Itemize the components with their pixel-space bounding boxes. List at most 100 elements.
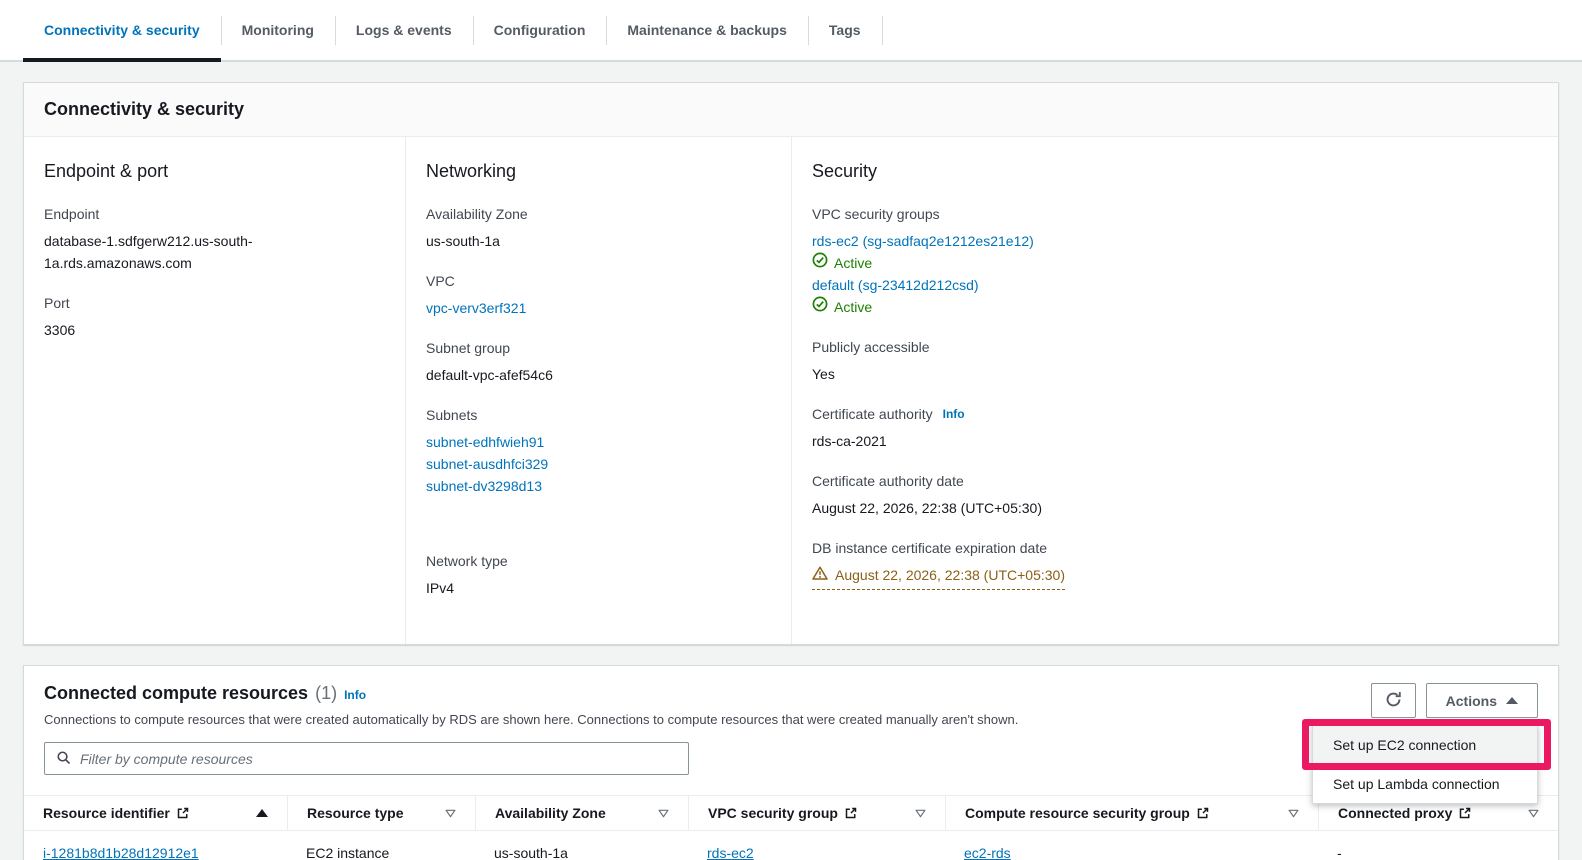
actions-button-label: Actions: [1446, 693, 1497, 709]
panel-title: Connectivity & security: [44, 99, 1538, 120]
security-group-status: Active: [812, 252, 1538, 274]
tab-monitoring[interactable]: Monitoring: [221, 0, 335, 60]
subnet-group-label: Subnet group: [426, 338, 771, 358]
tab-logs-events[interactable]: Logs & events: [335, 0, 473, 60]
connected-proxy-cell: -: [1318, 831, 1558, 860]
actions-button[interactable]: Actions: [1426, 683, 1538, 718]
resource-type-cell: EC2 instance: [287, 831, 475, 860]
networking-title: Networking: [426, 161, 771, 182]
status-text: Active: [834, 252, 872, 274]
external-link-icon: [177, 807, 189, 819]
column-compute-resource-security-group[interactable]: Compute resource security group: [945, 796, 1318, 830]
search-icon: [56, 750, 71, 768]
availability-zone-cell: us-south-1a: [475, 831, 688, 860]
endpoint-port-column: Endpoint & port Endpoint database-1.sdfg…: [24, 137, 405, 644]
compute-resources-table: Resource identifier Resource type Availa…: [24, 795, 1558, 860]
panel-header: Connectivity & security: [24, 83, 1558, 137]
compute-filter-box: [44, 742, 689, 775]
warning-triangle-icon: [812, 564, 828, 586]
column-label: Resource type: [307, 805, 403, 821]
connectivity-security-panel: Connectivity & security Endpoint & port …: [23, 82, 1559, 645]
compute-filter-input[interactable]: [80, 751, 677, 767]
certificate-authority-label: Certificate authority: [812, 404, 933, 424]
certificate-authority-value: rds-ca-2021: [812, 430, 1538, 452]
check-circle-icon: [812, 252, 828, 274]
filter-icon[interactable]: [1288, 809, 1299, 818]
column-label: VPC security group: [708, 805, 838, 821]
tab-tags[interactable]: Tags: [808, 0, 882, 60]
vpc-security-groups-label: VPC security groups: [812, 204, 1538, 224]
certificate-authority-date-label: Certificate authority date: [812, 471, 1538, 491]
external-link-icon: [845, 807, 857, 819]
external-link-icon: [1459, 807, 1471, 819]
sort-ascending-icon[interactable]: [256, 809, 268, 817]
networking-column: Networking Availability Zone us-south-1a…: [405, 137, 791, 644]
security-title: Security: [812, 161, 1538, 182]
security-group-link[interactable]: default (sg-23412d212csd): [812, 274, 1538, 296]
availability-zone-value: us-south-1a: [426, 230, 771, 252]
refresh-icon: [1385, 691, 1402, 711]
compute-description: Connections to compute resources that we…: [44, 712, 1018, 727]
compute-resource-security-group-link[interactable]: ec2-rds: [964, 845, 1011, 860]
publicly-accessible-value: Yes: [812, 363, 1538, 385]
subnet-link[interactable]: subnet-ausdhfci329: [426, 453, 771, 475]
chevron-up-icon: [1506, 697, 1518, 704]
network-type-label: Network type: [426, 551, 771, 571]
certificate-authority-date-value: August 22, 2026, 22:38 (UTC+05:30): [812, 497, 1538, 519]
subnet-link[interactable]: subnet-dv3298d13: [426, 475, 771, 497]
refresh-button[interactable]: [1371, 683, 1416, 718]
network-type-value: IPv4: [426, 577, 771, 599]
port-label: Port: [44, 293, 385, 313]
compute-actions-area: Actions Set up EC2 connection Set up Lam…: [1371, 683, 1538, 718]
compute-count: (1): [315, 683, 337, 704]
menu-item-label: Set up EC2 connection: [1333, 737, 1476, 753]
certificate-authority-info-link[interactable]: Info: [943, 404, 965, 424]
subnet-group-value: default-vpc-afef54c6: [426, 364, 771, 386]
column-label: Compute resource security group: [965, 805, 1190, 821]
compute-info-link[interactable]: Info: [344, 688, 366, 702]
filter-icon[interactable]: [915, 809, 926, 818]
menu-item-setup-ec2-connection[interactable]: Set up EC2 connection: [1313, 726, 1537, 764]
column-availability-zone[interactable]: Availability Zone: [475, 796, 688, 830]
subnet-link[interactable]: subnet-edhfwieh91: [426, 431, 771, 453]
check-circle-icon: [812, 296, 828, 318]
menu-item-label: Set up Lambda connection: [1333, 776, 1500, 792]
resource-identifier-link[interactable]: i-1281b8d1b28d12912e1: [43, 845, 199, 860]
column-resource-type[interactable]: Resource type: [287, 796, 475, 830]
filter-icon[interactable]: [658, 809, 669, 818]
filter-icon[interactable]: [445, 809, 456, 818]
actions-dropdown-menu: Set up EC2 connection Set up Lambda conn…: [1312, 725, 1538, 804]
vpc-link[interactable]: vpc-verv3erf321: [426, 297, 771, 319]
security-group-link[interactable]: rds-ec2 (sg-sadfaq2e1212es21e12): [812, 230, 1538, 252]
subnets-label: Subnets: [426, 405, 771, 425]
endpoint-value: database-1.sdfgerw212.us-south-1a.rds.am…: [44, 230, 272, 274]
external-link-icon: [1197, 807, 1209, 819]
column-label: Connected proxy: [1338, 805, 1452, 821]
compute-header-text: Connected compute resources (1) Info Con…: [44, 683, 1018, 727]
security-column: Security VPC security groups rds-ec2 (sg…: [791, 137, 1558, 644]
column-resource-identifier[interactable]: Resource identifier: [24, 796, 287, 830]
table-row: i-1281b8d1b28d12912e1 EC2 instance us-so…: [24, 831, 1558, 860]
menu-item-setup-lambda-connection[interactable]: Set up Lambda connection: [1313, 764, 1537, 803]
column-label: Availability Zone: [495, 805, 606, 821]
vpc-security-group-link[interactable]: rds-ec2: [707, 845, 754, 860]
tab-configuration[interactable]: Configuration: [473, 0, 607, 60]
endpoint-port-title: Endpoint & port: [44, 161, 385, 182]
status-text: Active: [834, 296, 872, 318]
certificate-expiration-warning[interactable]: August 22, 2026, 22:38 (UTC+05:30): [812, 564, 1065, 590]
connected-compute-resources-panel: Connected compute resources (1) Info Con…: [23, 665, 1559, 860]
publicly-accessible-label: Publicly accessible: [812, 337, 1538, 357]
certificate-expiration-value: August 22, 2026, 22:38 (UTC+05:30): [835, 564, 1065, 586]
vpc-label: VPC: [426, 271, 771, 291]
filter-icon[interactable]: [1528, 809, 1539, 818]
column-label: Resource identifier: [43, 805, 170, 821]
endpoint-label: Endpoint: [44, 204, 385, 224]
certificate-expiration-label: DB instance certificate expiration date: [812, 538, 1538, 558]
tab-maintenance-backups[interactable]: Maintenance & backups: [606, 0, 808, 60]
availability-zone-label: Availability Zone: [426, 204, 771, 224]
security-group-status: Active: [812, 296, 1538, 318]
detail-tab-bar: Connectivity & security Monitoring Logs …: [0, 0, 1582, 62]
tab-connectivity-security[interactable]: Connectivity & security: [23, 0, 221, 60]
compute-title: Connected compute resources: [44, 683, 308, 704]
column-vpc-security-group[interactable]: VPC security group: [688, 796, 945, 830]
